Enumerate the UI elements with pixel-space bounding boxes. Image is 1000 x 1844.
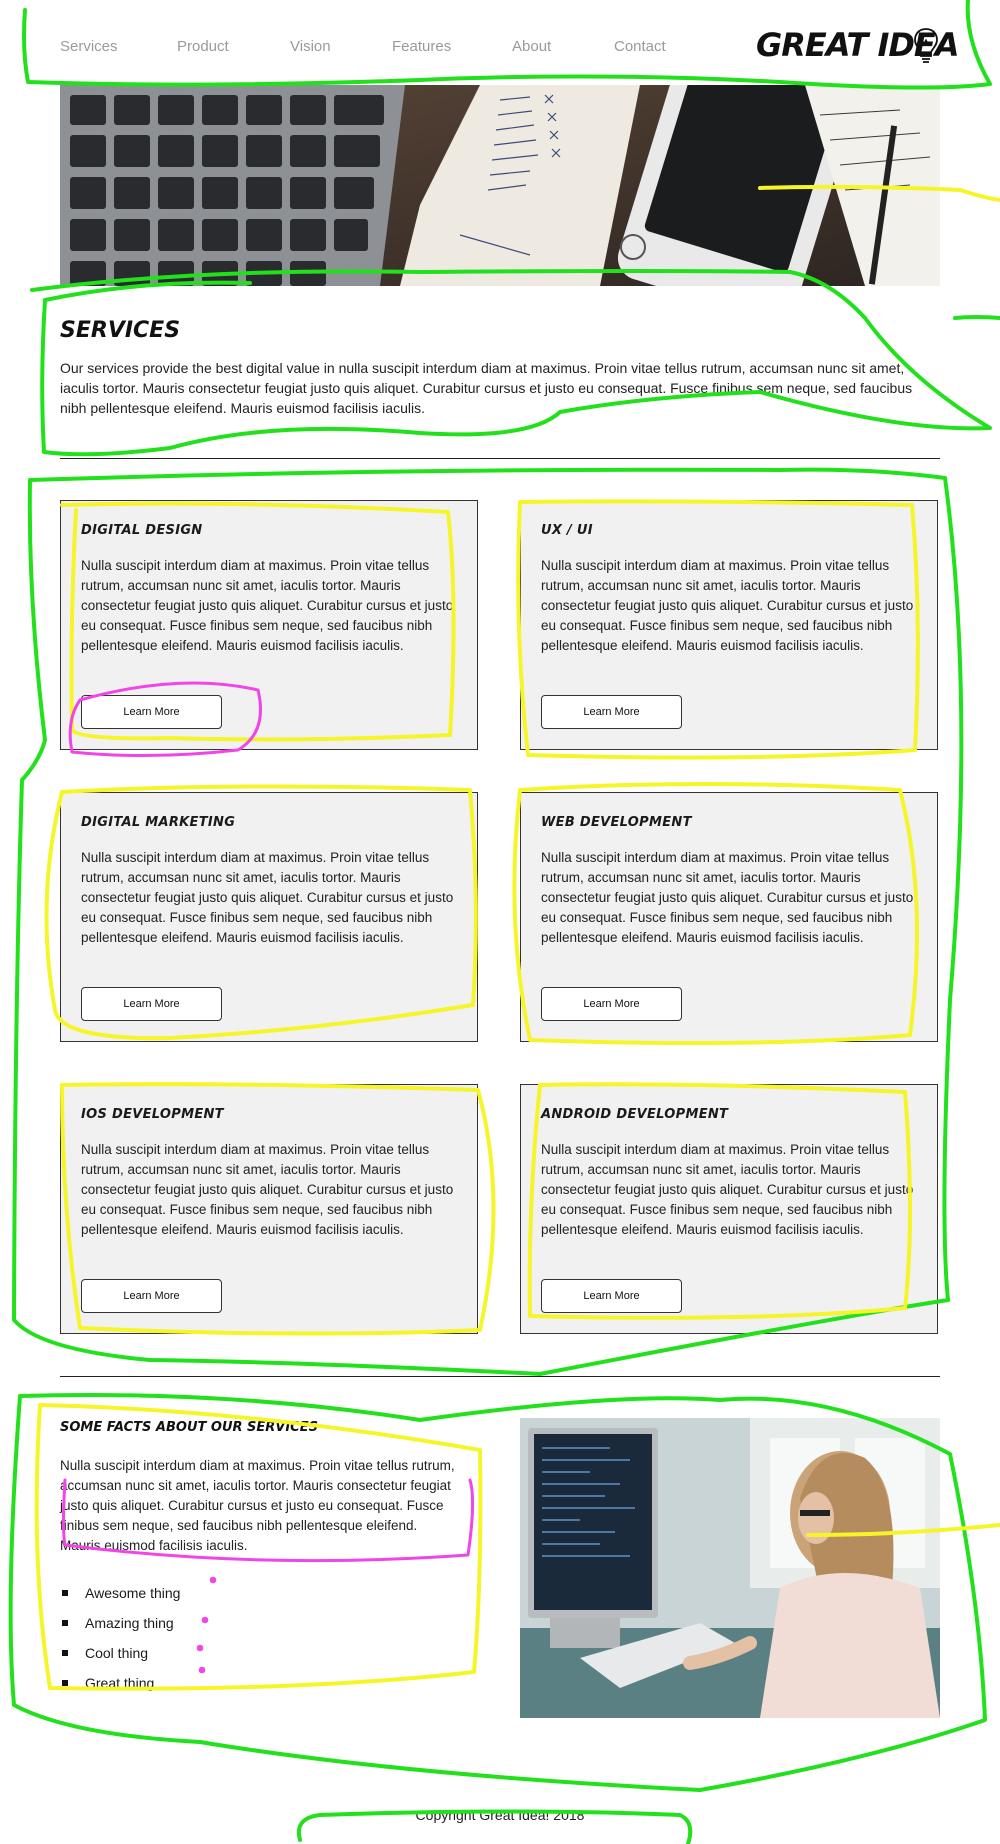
card-title: WEB DEVELOPMENT: [541, 815, 692, 830]
facts-title: SOME FACTS ABOUT OUR SERVICES: [60, 1420, 318, 1435]
services-title: SERVICES: [60, 318, 181, 343]
divider: [60, 458, 940, 459]
card-title: UX / UI: [541, 523, 593, 538]
service-card-ux-ui: UX / UI Nulla suscipit interdum diam at …: [520, 500, 938, 750]
annotation-dot: [201, 1616, 209, 1624]
facts-photo: [520, 1418, 940, 1718]
nav-about[interactable]: About: [512, 38, 551, 55]
annotation-dot: [198, 1666, 206, 1674]
learn-more-button[interactable]: Learn More: [541, 695, 682, 729]
list-item-label: Awesome thing: [85, 1585, 181, 1601]
list-item: Awesome thing: [60, 1578, 180, 1608]
bullet-icon: [62, 1680, 68, 1686]
annotation-right-edge-mark: [953, 315, 1000, 320]
card-text: Nulla suscipit interdum diam at maximus.…: [541, 1142, 914, 1237]
nav-vision[interactable]: Vision: [290, 38, 331, 55]
facts-text: Nulla suscipit interdum diam at maximus.…: [60, 1458, 455, 1553]
learn-more-button[interactable]: Learn More: [541, 987, 682, 1021]
list-item: Cool thing: [60, 1638, 180, 1668]
nav-features[interactable]: Features: [392, 38, 451, 55]
learn-more-button[interactable]: Learn More: [81, 695, 222, 729]
annotation-dot: [209, 1576, 217, 1584]
nav-product[interactable]: Product: [177, 38, 229, 55]
list-item: Amazing thing: [60, 1608, 180, 1638]
nav-contact[interactable]: Contact: [614, 38, 666, 55]
card-title: DIGITAL DESIGN: [81, 523, 203, 538]
learn-more-button[interactable]: Learn More: [81, 987, 222, 1021]
list-item-label: Amazing thing: [85, 1615, 174, 1631]
card-text: Nulla suscipit interdum diam at maximus.…: [541, 558, 914, 653]
divider: [60, 1376, 940, 1377]
service-card-ios-development: IOS DEVELOPMENT Nulla suscipit interdum …: [60, 1084, 478, 1334]
card-title: DIGITAL MARKETING: [81, 815, 236, 830]
services-intro: Our services provide the best digital va…: [60, 360, 913, 416]
facts-list: Awesome thing Amazing thing Cool thing G…: [60, 1578, 180, 1698]
footer-copyright: Copyright Great Idea! 2018: [415, 1807, 585, 1823]
nav-services[interactable]: Services: [60, 38, 118, 55]
card-text: Nulla suscipit interdum diam at maximus.…: [541, 850, 914, 945]
service-card-digital-design: DIGITAL DESIGN Nulla suscipit interdum d…: [60, 500, 478, 750]
card-title: ANDROID DEVELOPMENT: [541, 1107, 729, 1122]
list-item: Great thing: [60, 1668, 180, 1698]
bullet-icon: [62, 1650, 68, 1656]
hero-image: [60, 85, 940, 286]
card-text: Nulla suscipit interdum diam at maximus.…: [81, 850, 454, 945]
list-item-label: Great thing: [85, 1675, 155, 1691]
learn-more-button[interactable]: Learn More: [541, 1279, 682, 1313]
bullet-icon: [62, 1590, 68, 1596]
card-text: Nulla suscipit interdum diam at maximus.…: [81, 558, 454, 653]
list-item-label: Cool thing: [85, 1645, 149, 1661]
bullet-icon: [62, 1620, 68, 1626]
learn-more-button[interactable]: Learn More: [81, 1279, 222, 1313]
service-card-android-development: ANDROID DEVELOPMENT Nulla suscipit inter…: [520, 1084, 938, 1334]
card-text: Nulla suscipit interdum diam at maximus.…: [81, 1142, 454, 1237]
annotation-dot: [196, 1644, 204, 1652]
service-card-digital-marketing: DIGITAL MARKETING Nulla suscipit interdu…: [60, 792, 478, 1042]
lightbulb-icon: [914, 28, 938, 63]
card-title: IOS DEVELOPMENT: [81, 1107, 224, 1122]
service-card-web-development: WEB DEVELOPMENT Nulla suscipit interdum …: [520, 792, 938, 1042]
